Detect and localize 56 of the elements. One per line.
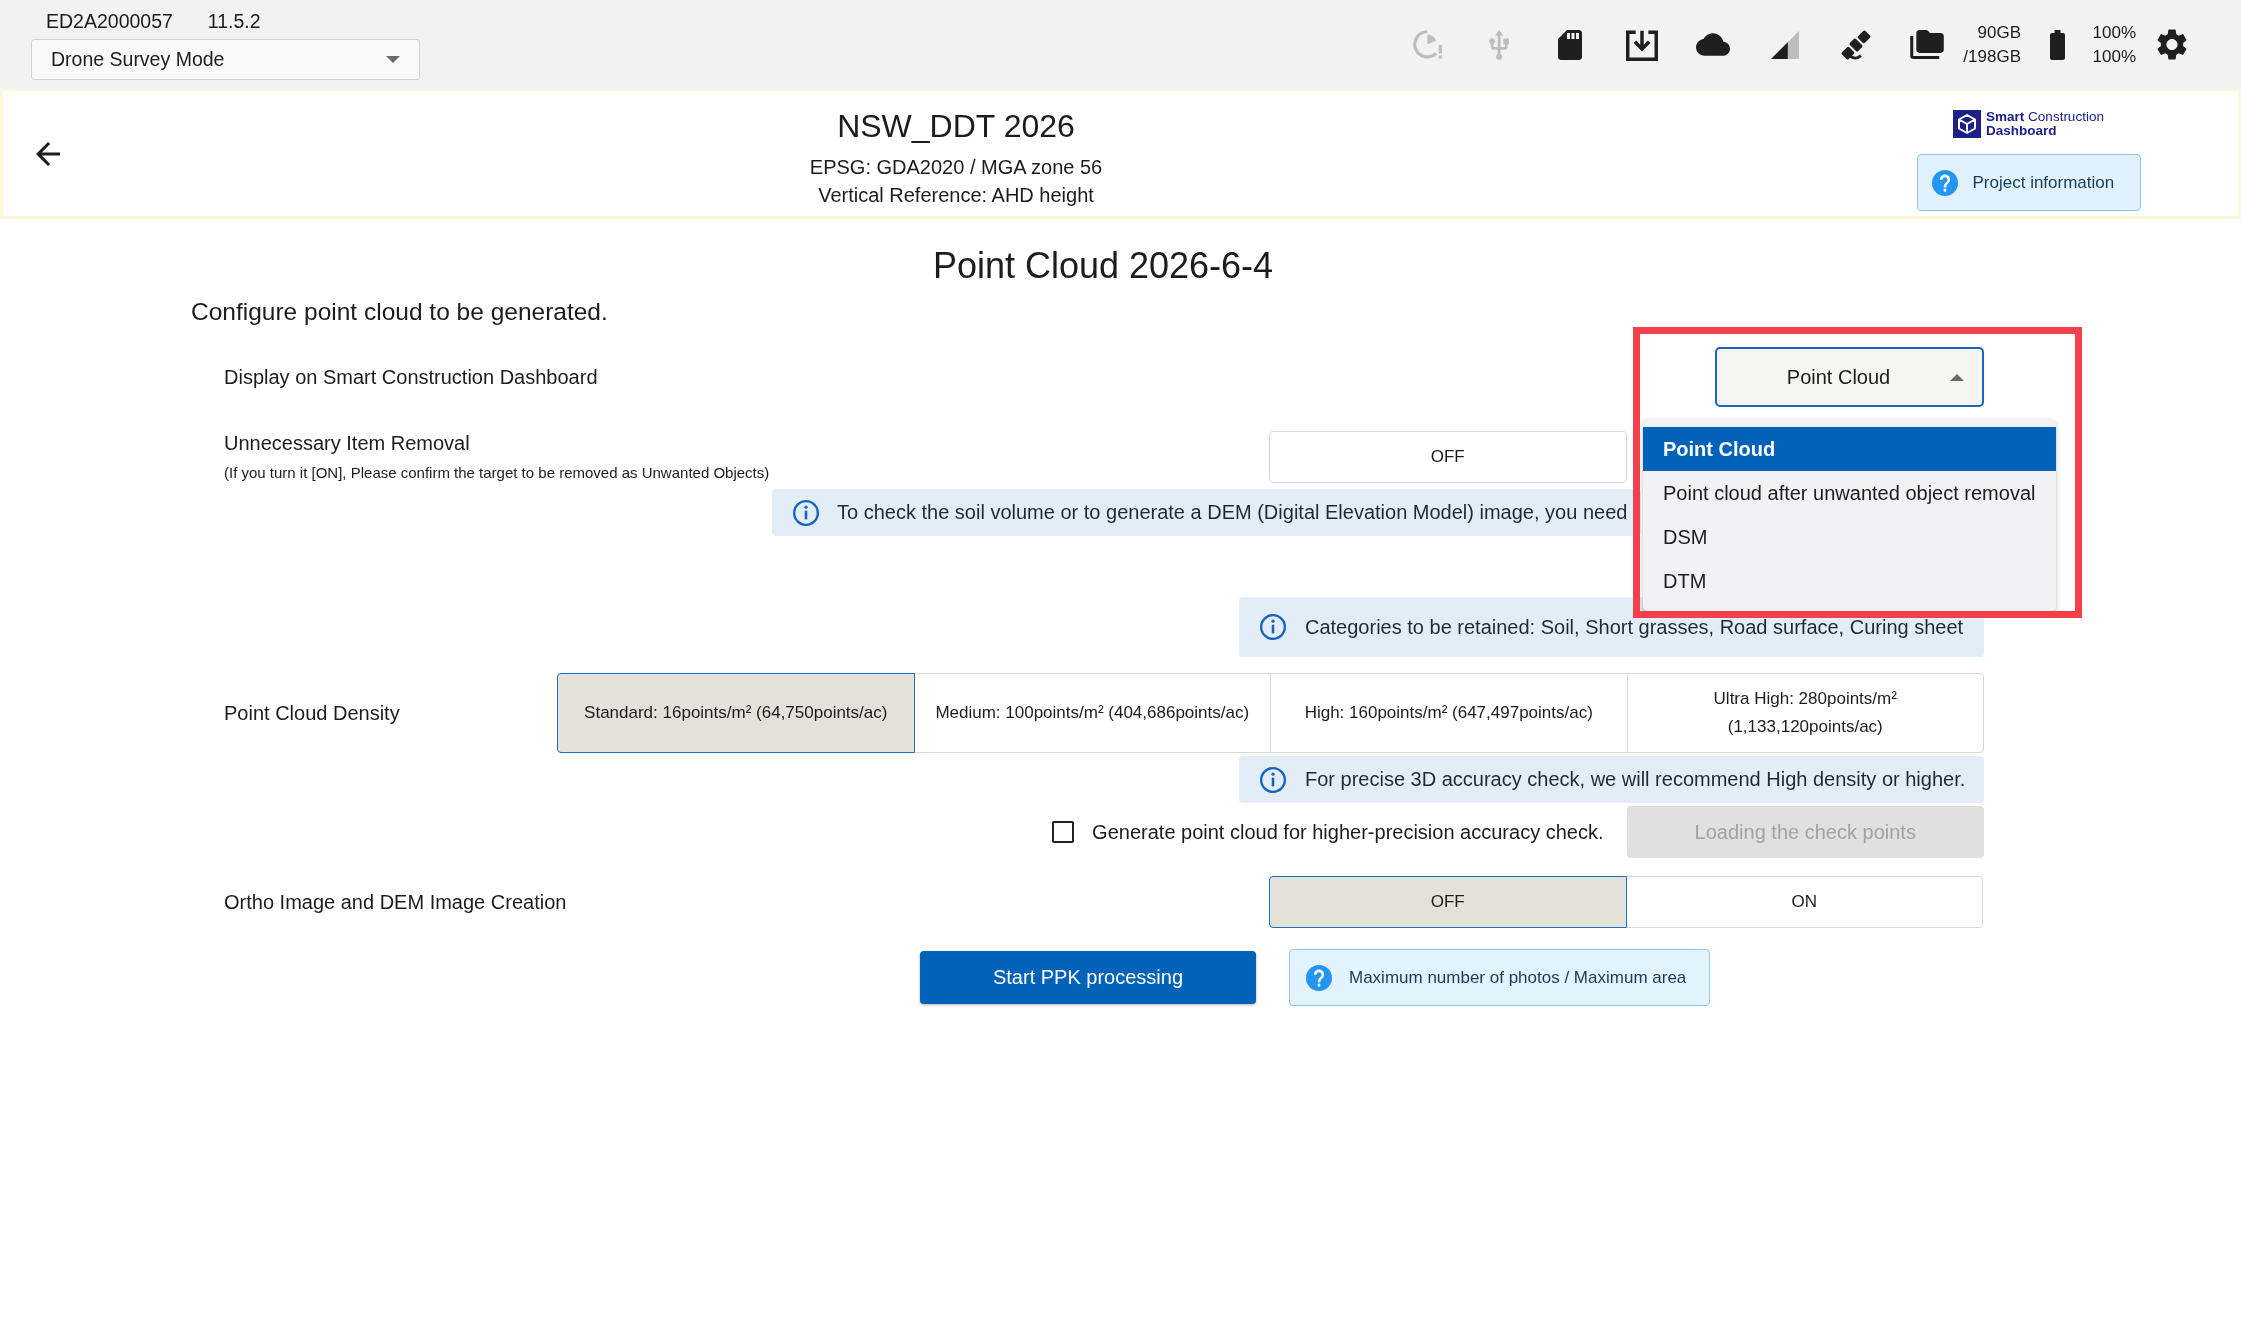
- toggle-segment[interactable]: Standard: 16points/m² (64,750points/ac): [557, 673, 915, 753]
- checkbox-label: Generate point cloud for higher-precision accuracy check.: [1092, 820, 1604, 844]
- storage-used: 90GB: [1977, 21, 2021, 44]
- version-number: 11.5.2: [207, 9, 261, 33]
- limits-help-button[interactable]: Maximum number of photos / Maximum area: [1289, 949, 1710, 1006]
- logo-text: Dashboard: [1986, 124, 2057, 138]
- toggle-segment[interactable]: Ultra High: 280points/m² (1,133,120points/ac): [1626, 673, 1984, 753]
- menu-item[interactable]: DTM: [1643, 559, 2056, 603]
- settings-icon[interactable]: [2157, 29, 2187, 60]
- device-id: ED2A2000057: [46, 9, 173, 33]
- menu-item[interactable]: Point Cloud: [1643, 427, 2056, 471]
- vertical-reference: Vertical Reference: AHD height: [818, 183, 1094, 208]
- battery-percent: 100%: [2092, 21, 2136, 44]
- cube-logo-icon: [1953, 110, 1982, 138]
- setting-label: Display on Smart Construction Dashboard: [224, 365, 598, 389]
- intro-text: Configure point cloud to be generated.: [191, 297, 608, 327]
- battery-percent: 100%: [2092, 45, 2136, 68]
- info-icon: [793, 499, 819, 526]
- info-text: To check the soil volume or to generate a DEM (Digital Elevation Model) image, you need: [837, 501, 1628, 524]
- page-title: Point Cloud 2026-6-4: [932, 244, 1274, 288]
- toggle-segment[interactable]: High: 160points/m² (647,497points/ac): [1270, 673, 1628, 753]
- logo-text: Smart Construction: [1986, 110, 2104, 124]
- caret-icon: [386, 56, 400, 63]
- display-select[interactable]: Point Cloud: [1715, 347, 1984, 407]
- setting-note: (If you turn it [ON], Please confirm the target to be removed as Unwanted Objects): [224, 463, 770, 483]
- project-info-button[interactable]: Project information: [1916, 154, 2141, 211]
- project-title: NSW_DDT 2026: [837, 107, 1075, 146]
- menu-item[interactable]: Point cloud after unwanted object removal: [1643, 471, 2056, 515]
- menu-item[interactable]: DSM: [1643, 515, 2056, 559]
- back-arrow-icon[interactable]: [36, 141, 60, 166]
- setting-label: Point Cloud Density: [224, 701, 400, 725]
- setting-label: Ortho Image and DEM Image Creation: [224, 890, 567, 914]
- mode-select[interactable]: Drone Survey Mode: [31, 39, 420, 80]
- storage-total: /198GB: [1963, 45, 2021, 68]
- toggle-segment[interactable]: OFF: [1269, 431, 1627, 483]
- help-icon: [1931, 169, 1958, 196]
- caret-icon: [1950, 373, 1964, 381]
- setting-label: Unnecessary Item Removal: [224, 431, 470, 455]
- coordinate-system: EPSG: GDA2020 / MGA zone 56: [809, 155, 1103, 180]
- toggle-segment[interactable]: OFF: [1269, 876, 1627, 928]
- download-tray-icon[interactable]: [1625, 28, 1658, 61]
- info-icon: [1260, 766, 1286, 793]
- start-processing-button[interactable]: Start PPK processing: [920, 951, 1256, 1004]
- sd-card-icon[interactable]: [1558, 29, 1583, 60]
- folders-icon[interactable]: [1910, 30, 1945, 59]
- satellite-icon[interactable]: [1840, 29, 1871, 60]
- info-text: For precise 3D accuracy check, we will recommend High density or higher.: [1305, 768, 1966, 791]
- cloud-icon[interactable]: [1696, 33, 1731, 56]
- help-icon: [1306, 964, 1332, 991]
- signal-icon[interactable]: [1770, 30, 1799, 59]
- checkbox[interactable]: [1052, 821, 1075, 843]
- toggle-segment[interactable]: Medium: 100points/m² (404,686points/ac): [913, 673, 1271, 753]
- battery-icon[interactable]: [2050, 29, 2065, 60]
- info-text: Categories to be retained: Soil, Short grasses, Road surface, Curing sheet: [1305, 615, 1964, 639]
- toggle-segment[interactable]: ON: [1625, 876, 1983, 928]
- info-icon: [1260, 614, 1286, 640]
